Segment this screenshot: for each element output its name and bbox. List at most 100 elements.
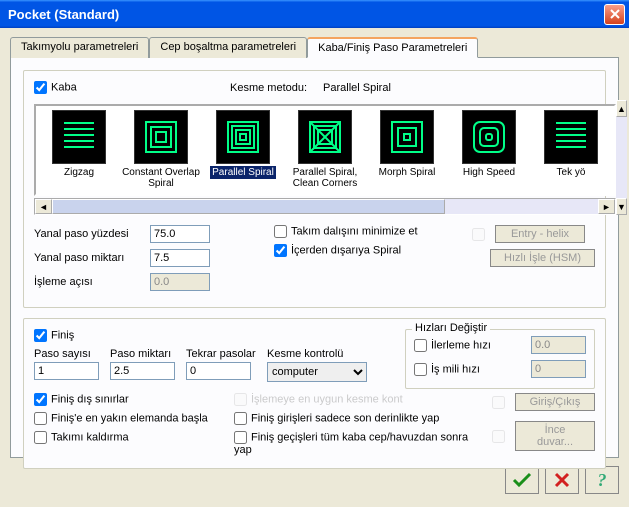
tab-cep-bosaltma[interactable]: Cep boşaltma parametreleri: [149, 37, 307, 58]
kesme-metodu-value: Parallel Spiral: [323, 82, 391, 94]
scroll-up-icon[interactable]: ▲: [616, 100, 627, 117]
close-button[interactable]: [604, 4, 625, 25]
icerden-checkbox[interactable]: [274, 244, 287, 257]
tab-kaba-finis[interactable]: Kaba/Finiş Paso Parametreleri: [307, 37, 478, 58]
finis-gecisleri-checkbox[interactable]: [234, 431, 247, 444]
hizli-isle-button: Hızlı İşle (HSM): [490, 249, 595, 267]
tekrar-label: Tekrar pasolar: [186, 348, 261, 360]
footer-buttons: ?: [10, 466, 619, 494]
minimize-checkbox-wrap[interactable]: Takım dalışını minimize et: [274, 225, 418, 238]
strip-hscroll[interactable]: ◄ ►: [34, 198, 616, 215]
kesme-kontrolu-label: Kesme kontrolü: [267, 348, 367, 360]
scroll-right-icon[interactable]: ►: [598, 199, 615, 214]
finis-group: Finiş Paso sayısı Paso miktarı Tekrar pa…: [23, 318, 606, 469]
finis-gecisleri-label: Finiş geçişleri tüm kaba cep/havuzdan so…: [234, 431, 468, 456]
titlebar: Pocket (Standard): [0, 0, 629, 28]
strip-parallel-clean[interactable]: Parallel Spiral, Clean Corners: [284, 110, 366, 190]
minimize-checkbox[interactable]: [274, 225, 287, 238]
strip-high-speed[interactable]: High Speed: [448, 110, 530, 190]
finis-dis-checkbox[interactable]: [34, 393, 47, 406]
finis-gecisleri-wrap[interactable]: Finiş geçişleri tüm kaba cep/havuzdan so…: [234, 431, 475, 456]
strip-label: High Speed: [461, 166, 517, 179]
yanal-miktar-label: Yanal paso miktarı: [34, 252, 144, 264]
finis-label: Finiş: [51, 329, 74, 341]
high-speed-icon: [462, 110, 516, 164]
kaba-label-text: Kaba: [51, 81, 77, 93]
icerden-label: İçerden dışarıya Spiral: [291, 244, 401, 256]
paso-miktari-input[interactable]: [110, 362, 175, 380]
strip-label: Parallel Spiral: [210, 166, 276, 179]
kesme-metodu-label: Kesme metodu:: [230, 82, 307, 94]
isleme-uygun-checkbox: [234, 393, 247, 406]
finis-yakin-label: Finiş'e en yakın elemanda başla: [51, 412, 208, 424]
ilerleme-checkbox[interactable]: [414, 339, 427, 352]
cancel-button[interactable]: [545, 466, 579, 494]
parallel-spiral-icon: [216, 110, 270, 164]
kaba-checkbox[interactable]: [34, 81, 47, 94]
finis-girisleri-wrap[interactable]: Finiş girişleri sadece son derinlikte ya…: [234, 412, 439, 425]
ilerleme-wrap[interactable]: İlerleme hızı: [414, 339, 524, 352]
ince-duvar-checkbox: [492, 430, 505, 443]
tab-takimyolu[interactable]: Takımyolu parametreleri: [10, 37, 149, 58]
tekrar-input[interactable]: [186, 362, 251, 380]
ismili-checkbox[interactable]: [414, 363, 427, 376]
strip-label: Morph Spiral: [377, 166, 438, 179]
strip-label: Constant Overlap Spiral: [120, 166, 202, 190]
ismili-label: İş mili hızı: [431, 363, 480, 375]
ilerleme-input: [531, 336, 586, 354]
finis-girisleri-checkbox[interactable]: [234, 412, 247, 425]
scroll-track[interactable]: [52, 199, 598, 214]
finis-yakin-checkbox[interactable]: [34, 412, 47, 425]
strip-tek-yon[interactable]: Tek yö: [530, 110, 612, 190]
scroll-thumb[interactable]: [52, 199, 445, 214]
isleme-uygun-label: İşlemeye en uygun kesme kont: [251, 393, 403, 405]
icerden-checkbox-wrap[interactable]: İçerden dışarıya Spiral: [274, 244, 401, 257]
yanal-yuzde-label: Yanal paso yüzdesi: [34, 228, 144, 240]
isleme-uygun-wrap: İşlemeye en uygun kesme kont: [234, 393, 403, 406]
tek-yon-icon: [544, 110, 598, 164]
yanal-yuzde-input[interactable]: [150, 225, 210, 243]
finis-dis-label: Finiş dış sınırlar: [51, 393, 129, 405]
finis-checkbox[interactable]: [34, 329, 47, 342]
takimi-kaldirma-wrap[interactable]: Takımı kaldırma: [34, 431, 144, 444]
kesme-kontrolu-select[interactable]: computer: [267, 362, 367, 382]
help-button[interactable]: ?: [585, 466, 619, 494]
parallel-clean-icon: [298, 110, 352, 164]
strip-label: Zigzag: [62, 166, 96, 179]
ince-duvar-button: İnce duvar...: [515, 421, 595, 451]
finis-dis-wrap[interactable]: Finiş dış sınırlar: [34, 393, 144, 406]
scroll-down-icon[interactable]: ▼: [616, 198, 627, 215]
giris-cikis-checkbox: [492, 396, 505, 409]
isleme-acisi-input: [150, 273, 210, 291]
strip-zigzag[interactable]: Zigzag: [38, 110, 120, 190]
takimi-kaldirma-label: Takımı kaldırma: [51, 431, 129, 443]
tab-bar: Takımyolu parametreleri Cep boşaltma par…: [10, 36, 619, 58]
yanal-miktar-input[interactable]: [150, 249, 210, 267]
finis-checkbox-wrap[interactable]: Finiş: [34, 329, 144, 342]
kaba-checkbox-label[interactable]: Kaba: [34, 81, 144, 94]
isleme-acisi-label: İşleme açısı: [34, 276, 144, 288]
strip-vscroll[interactable]: ▲ ▼: [616, 100, 627, 215]
tab-content: Kaba Kesme metodu: Parallel Spiral Zigza…: [10, 58, 619, 458]
ismili-wrap[interactable]: İş mili hızı: [414, 363, 524, 376]
ismili-input: [531, 360, 586, 378]
strip-morph-spiral[interactable]: Morph Spiral: [366, 110, 448, 190]
hizlari-legend: Hızları Değiştir: [412, 322, 490, 334]
finis-girisleri-label: Finiş girişleri sadece son derinlikte ya…: [251, 412, 439, 424]
vscroll-track[interactable]: [616, 117, 627, 198]
window-title: Pocket (Standard): [4, 7, 604, 22]
ilerleme-label: İlerleme hızı: [431, 339, 491, 351]
paso-sayisi-input[interactable]: [34, 362, 99, 380]
minimize-label: Takım dalışını minimize et: [291, 225, 418, 237]
takimi-kaldirma-checkbox[interactable]: [34, 431, 47, 444]
constant-overlap-icon: [134, 110, 188, 164]
scroll-left-icon[interactable]: ◄: [35, 199, 52, 214]
hizlari-group: Hızları Değiştir İlerleme hızı İş mili h…: [405, 329, 595, 389]
ok-button[interactable]: [505, 466, 539, 494]
finis-yakin-wrap[interactable]: Finiş'e en yakın elemanda başla: [34, 412, 208, 425]
giris-cikis-button: Giriş/Çıkış: [515, 393, 595, 411]
method-strip: Zigzag Constant Overlap Spiral Parallel …: [34, 104, 616, 196]
strip-constant-overlap[interactable]: Constant Overlap Spiral: [120, 110, 202, 190]
strip-label: Parallel Spiral, Clean Corners: [284, 166, 366, 190]
strip-parallel-spiral[interactable]: Parallel Spiral: [202, 110, 284, 190]
